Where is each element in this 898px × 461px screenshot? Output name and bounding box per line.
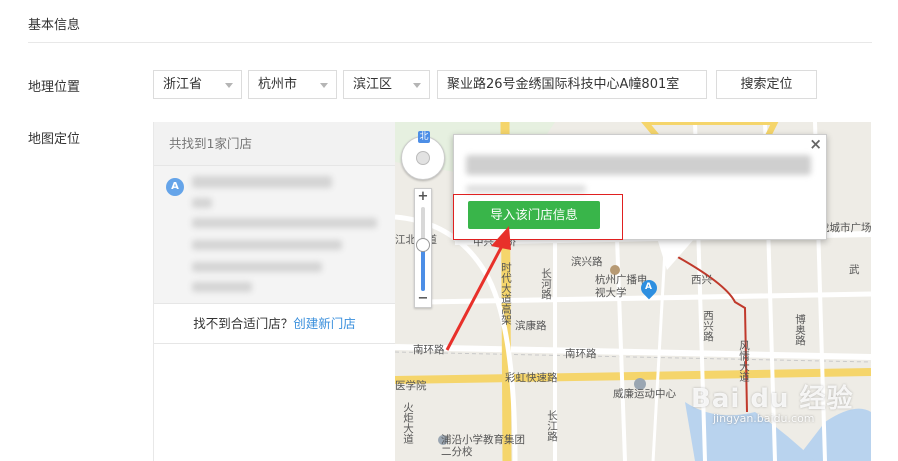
section-divider — [28, 42, 872, 43]
map-label: 武 — [849, 264, 860, 276]
map-label: 长河路 — [540, 268, 552, 300]
not-found-text: 找不到合适门店？ — [193, 316, 294, 331]
blurred-store-detail — [192, 198, 212, 208]
blurred-info-line — [466, 185, 586, 193]
map-label: 南环路 — [565, 348, 597, 360]
section-title: 基本信息 — [28, 18, 81, 33]
province-value: 浙江省 — [163, 77, 203, 92]
chevron-down-icon — [225, 83, 233, 88]
location-label: 地理位置 — [28, 80, 81, 95]
blurred-store-name — [192, 176, 332, 188]
map-label: 火炬大道 — [402, 402, 414, 444]
map-label: 西兴 — [691, 274, 712, 286]
map-label: 威廉运动中心 — [613, 388, 676, 400]
city-value: 杭州市 — [258, 77, 298, 92]
district-select[interactable]: 滨江区 — [343, 70, 430, 99]
result-marker-icon: A — [166, 178, 184, 196]
blurred-store-detail — [192, 240, 342, 250]
highlight-box — [453, 194, 623, 240]
blurred-info-title — [466, 155, 811, 175]
address-input[interactable]: 聚业路26号金绣国际科技中心A幢801室 — [437, 70, 707, 99]
zoom-handle[interactable] — [416, 237, 430, 252]
pan-knob[interactable] — [416, 151, 430, 165]
zoom-in-button[interactable]: + — [415, 189, 431, 205]
info-window-tail — [657, 238, 695, 270]
district-value: 滨江区 — [353, 77, 393, 92]
map-label: 滨兴路 — [571, 256, 603, 268]
blurred-store-detail — [192, 282, 252, 292]
create-store-link[interactable]: 创建新门店 — [293, 316, 356, 331]
chevron-down-icon — [413, 83, 421, 88]
province-select[interactable]: 浙江省 — [153, 70, 242, 99]
watermark-logo: Bai du 经验 — [691, 384, 854, 414]
chevron-down-icon — [320, 83, 328, 88]
map-pan-control[interactable]: 北 — [401, 131, 445, 180]
map-label: 风情大道 — [738, 340, 750, 382]
result-header: 共找到1家门店 — [154, 122, 395, 166]
zoom-control[interactable]: + − — [414, 188, 432, 308]
result-footer: 找不到合适门店？创建新门店 — [154, 304, 395, 344]
map-locate-label: 地图定位 — [28, 132, 81, 147]
map-view[interactable]: 中兴 交桥 滨兴路 时代大道高架 长河路 杭州广播电视大学 西兴 西兴路 龙城市… — [395, 122, 871, 461]
store-result-item[interactable]: A — [154, 166, 395, 304]
map-label: 彩虹快速路 — [505, 372, 558, 384]
pin-letter: A — [645, 282, 652, 292]
watermark-url: jingyan.baidu.com — [713, 412, 815, 425]
map-label: 医学院 — [395, 380, 427, 392]
map-label: 滨康路 — [515, 320, 547, 332]
close-icon[interactable]: × — [809, 135, 822, 153]
city-select[interactable]: 杭州市 — [248, 70, 337, 99]
zoom-out-button[interactable]: − — [415, 291, 431, 307]
blurred-store-detail — [192, 218, 377, 228]
map-label: 时代大道高架 — [500, 262, 512, 325]
compass-north-icon: 北 — [418, 131, 430, 143]
map-label: 浦沿小学教育集团二分校 — [441, 434, 525, 458]
blurred-store-detail — [192, 262, 322, 272]
map-label: 博奥路 — [794, 314, 806, 346]
result-panel: 共找到1家门店 A 找不到合适门店？创建新门店 — [153, 122, 395, 461]
search-location-button[interactable]: 搜索定位 — [716, 70, 817, 99]
map-label: 西兴路 — [702, 310, 714, 342]
map-label: 长江路 — [546, 410, 558, 442]
map-label: 南环路 — [413, 344, 445, 356]
